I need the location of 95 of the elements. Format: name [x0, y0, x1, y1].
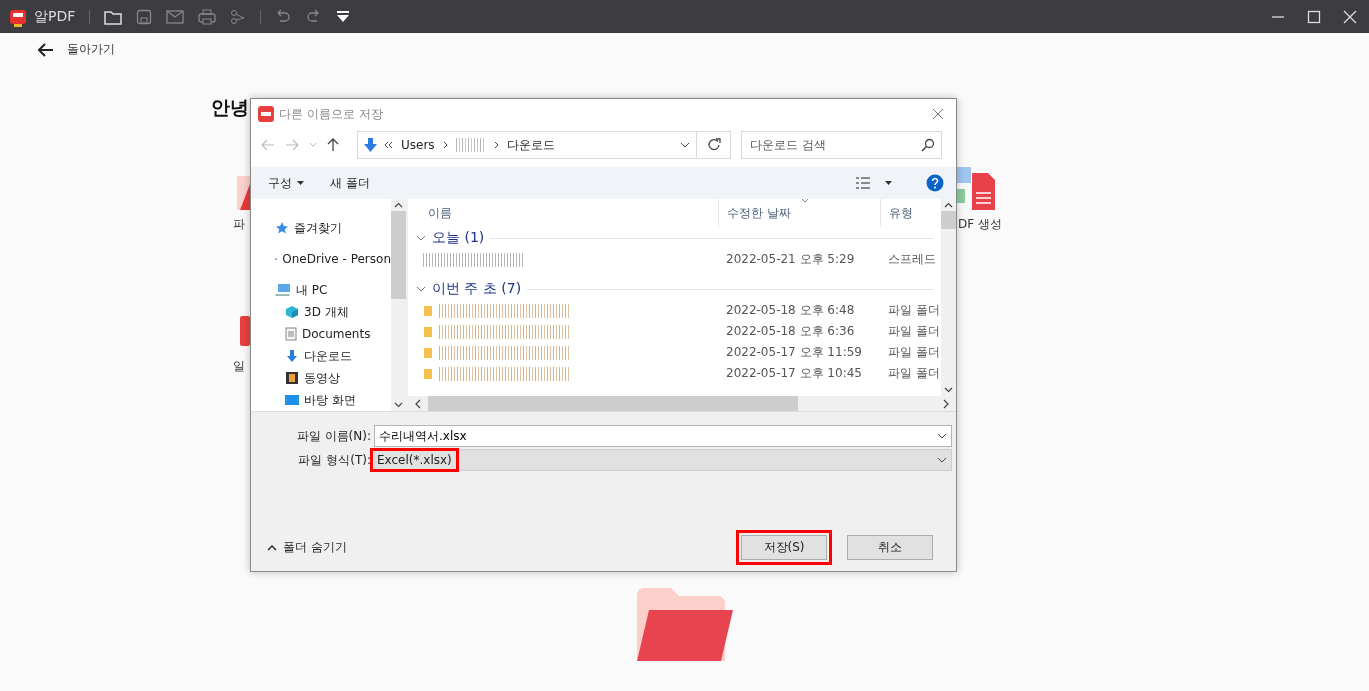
nav-item[interactable]: 동영상	[304, 369, 340, 387]
refresh-icon[interactable]	[706, 138, 721, 152]
chevron-down-icon	[937, 457, 947, 463]
app-title: 알PDF	[34, 7, 76, 26]
folder-icon	[423, 367, 433, 380]
file-name-input[interactable]: 수리내역서.xlsx	[379, 429, 937, 443]
help-icon	[926, 174, 944, 192]
chevron-down-icon	[680, 142, 690, 148]
folder-icon	[423, 346, 433, 359]
nav-item[interactable]: Documents	[302, 327, 371, 341]
path-segment[interactable]: Users	[401, 138, 435, 152]
download-icon	[285, 349, 299, 363]
scrollbar[interactable]	[391, 199, 406, 411]
desktop-icon	[285, 395, 299, 405]
folder-icon	[423, 304, 433, 317]
undo-icon	[275, 8, 292, 25]
caret-icon	[297, 181, 304, 185]
dialog-title: 다른 이름으로 저장	[279, 105, 383, 123]
column-header[interactable]: 수정한 날짜	[718, 199, 880, 227]
tool-label: DF 생성	[958, 216, 1002, 233]
search-icon	[921, 138, 935, 152]
date-cell-text: 2022-05-17 오후 10:45	[725, 365, 863, 382]
organize-button[interactable]: 구성	[265, 172, 307, 194]
address-bar[interactable]: Users 다운로드	[357, 131, 697, 159]
chevron-icon[interactable]	[416, 233, 426, 243]
path-segment[interactable]: 다운로드	[506, 136, 555, 154]
dialog-button[interactable]: 취소	[847, 535, 933, 560]
download-icon	[364, 138, 377, 152]
type-cell-text: 파일 폴더	[887, 365, 941, 382]
close-icon	[1343, 9, 1357, 24]
type-cell-text: 파일 폴더	[887, 323, 941, 340]
save-icon	[136, 8, 153, 25]
scrollbar-thumb[interactable]	[941, 211, 956, 229]
scrollbar-thumb[interactable]	[391, 211, 406, 299]
column-header[interactable]: 이름	[408, 199, 718, 227]
nav-item[interactable]: OneDrive - Person	[282, 252, 391, 266]
close-icon	[932, 108, 944, 120]
type-cell-text: 파일 폴더	[887, 302, 941, 319]
new-folder-button[interactable]: 새 폴더	[327, 172, 373, 194]
date-cell-text: 2022-05-21 오후 5:29	[725, 251, 856, 268]
tool-icon	[237, 176, 250, 210]
hide-folders-button[interactable]: 폴더 숨기기	[261, 538, 353, 557]
chevron-right-icon	[442, 141, 448, 149]
forward-arrow-icon	[285, 139, 299, 151]
date-cell-text: 2022-05-18 오후 6:36	[725, 323, 856, 340]
maximize-icon	[1307, 9, 1321, 24]
nav-item[interactable]: 다운로드	[304, 347, 352, 365]
scrollbar[interactable]	[941, 199, 956, 396]
back-arrow-icon	[261, 139, 275, 151]
tool-icon	[240, 316, 250, 346]
share-icon	[230, 8, 247, 25]
nav-item[interactable]: 내 PC	[296, 281, 328, 299]
dialog-button[interactable]: 저장(S)	[741, 535, 827, 560]
back-arrow-icon	[38, 42, 54, 57]
chevrons-left-icon	[385, 142, 393, 148]
chevron-down-icon	[937, 433, 947, 439]
tool-label: 일	[233, 358, 245, 375]
cube-icon	[285, 305, 299, 319]
horizontal-scrollbar[interactable]	[408, 396, 956, 411]
file-type-label: 파일 형식(T):	[297, 451, 371, 469]
up-arrow-icon	[327, 138, 339, 152]
nav-item[interactable]: 즐겨찾기	[294, 219, 342, 237]
minimize-icon	[1271, 15, 1285, 18]
chevron-left-icon	[415, 398, 421, 409]
nav-item[interactable]: 3D 개체	[304, 303, 349, 321]
pdf-app-icon	[258, 106, 274, 122]
type-cell-text: 스프레드	[887, 251, 937, 268]
star-icon	[275, 221, 289, 235]
search-field[interactable]: 다운로드 검색	[741, 131, 942, 159]
print-icon	[198, 8, 217, 25]
film-icon	[285, 371, 299, 385]
file-name-field[interactable]: 수리내역서.xlsx	[374, 425, 952, 447]
folder-icon	[104, 8, 123, 25]
group-header[interactable]: 이번 주 초 (7)	[432, 280, 522, 298]
date-cell-text: 2022-05-18 오후 6:48	[725, 302, 856, 319]
view-list-icon	[855, 176, 871, 190]
date-cell-text: 2022-05-17 오후 11:59	[725, 344, 863, 361]
file-name-label: 파일 이름(N):	[295, 427, 371, 445]
caret-icon	[885, 181, 892, 185]
chevron-up-icon	[267, 544, 277, 551]
back-link[interactable]: 돌아가기	[67, 41, 115, 58]
search-input[interactable]: 다운로드 검색	[748, 137, 912, 153]
greeting-heading: 안녕	[211, 95, 249, 120]
group-header[interactable]: 오늘 (1)	[432, 229, 485, 247]
mail-icon	[166, 9, 185, 24]
type-cell-text: 파일 폴더	[887, 344, 941, 361]
chevron-right-icon	[493, 141, 499, 149]
computer-icon	[275, 283, 291, 297]
document-icon	[285, 327, 297, 341]
chevron-right-icon	[943, 398, 949, 409]
chevron-down-icon	[309, 142, 317, 148]
tool-label: 파	[233, 216, 245, 233]
chevron-icon[interactable]	[416, 284, 426, 294]
nav-item[interactable]: 바탕 화면	[304, 391, 356, 409]
folder-icon	[423, 325, 433, 338]
